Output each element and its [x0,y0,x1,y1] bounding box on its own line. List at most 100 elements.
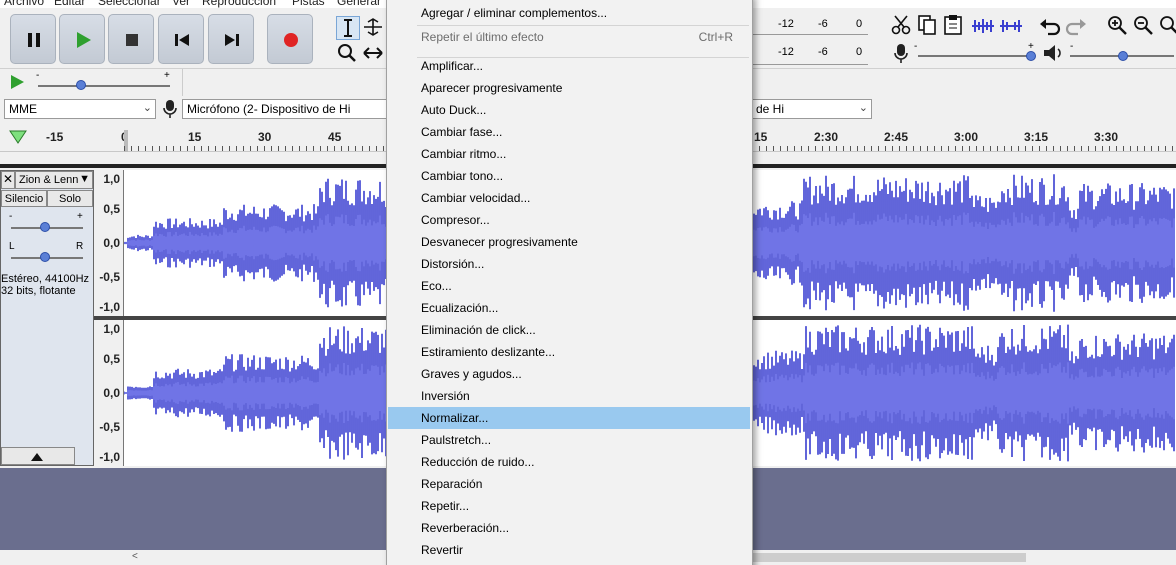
silence-audio-icon[interactable] [998,16,1024,36]
timeshift-tool-button[interactable] [362,42,386,66]
menu-item[interactable]: Auto Duck... [388,99,750,121]
gain-min-label: - [9,211,13,222]
menu-item[interactable]: Repetir... [388,495,750,517]
menu-item[interactable]: Reducción de ruido... [388,451,750,473]
skip-end-button[interactable] [208,14,254,64]
recording-device-select[interactable]: Micrófono (2- Dispositivo de Hi [182,99,388,119]
menu-item[interactable]: Compresor... [388,209,750,231]
zoom-in-icon[interactable] [1106,14,1128,36]
zoom-out-icon[interactable] [1132,14,1154,36]
menu-reproduccion[interactable]: Reproducción [202,0,276,8]
tools-toolbar [330,8,386,68]
record-icon [284,33,298,47]
menu-item-label: Aparecer progresivamente [421,81,563,95]
solo-button[interactable]: Solo [47,190,93,207]
chevron-down-icon: ⌄ [858,102,868,114]
paste-icon[interactable] [942,14,964,36]
microphone-icon [894,44,908,63]
playback-volume-thumb[interactable] [1118,51,1128,61]
menu-item[interactable]: Desvanecer progresivamente [388,231,750,253]
microphone-icon [163,100,177,118]
track-sample-format-info: 32 bits, flotante [1,285,76,297]
menu-item[interactable]: Eco... [388,275,750,297]
menu-item[interactable]: Eliminación de click... [388,319,750,341]
menu-item[interactable]: Distorsión... [388,253,750,275]
recording-volume-thumb[interactable] [1026,51,1036,61]
close-track-button[interactable]: ✕ [1,171,15,189]
timeline-ruler[interactable]: -15 0 15 30 45 [0,124,386,152]
fit-selection-icon[interactable] [1158,14,1176,36]
menu-item[interactable]: Cambiar velocidad... [388,187,750,209]
redo-icon[interactable] [1064,16,1088,36]
menu-ver[interactable]: Ver [172,0,190,8]
play-at-speed-toolbar: - + [0,68,386,97]
track-name-menu[interactable]: Zion & Lenn ▼ [15,171,93,189]
menu-item[interactable]: Reverberación... [388,517,750,539]
menu-item[interactable]: Agregar / eliminar complementos... [388,2,750,24]
recording-volume-slider[interactable] [918,55,1032,57]
scroll-left-icon[interactable]: < [132,551,138,562]
menu-item[interactable]: Cambiar ritmo... [388,143,750,165]
timeline-tick: 15 [754,130,768,144]
menu-item[interactable]: Paulstretch... [388,429,750,451]
menu-item-label: Compresor... [421,213,490,227]
cut-icon[interactable] [890,14,912,36]
skip-start-button[interactable] [158,14,204,64]
ruler-label: 1,0 [103,322,120,336]
mute-button[interactable]: Silencio [1,190,47,207]
menu-item[interactable]: Reparación [388,473,750,495]
gain-slider-thumb[interactable] [40,222,50,232]
menu-item[interactable]: Estiramiento deslizante... [388,341,750,363]
copy-icon[interactable] [916,14,938,36]
undo-icon[interactable] [1038,16,1062,36]
menu-item[interactable]: Aparecer progresivamente [388,77,750,99]
timeline-ruler-continued[interactable]: 15 2:30 2:45 3:00 3:15 3:30 [752,124,1176,152]
menu-generar[interactable]: Generar [337,0,381,8]
zoom-tool-button[interactable] [336,42,360,66]
menu-seleccionar[interactable]: Seleccionar [98,0,161,8]
pan-slider-thumb[interactable] [40,252,50,262]
i-beam-icon [344,19,352,37]
edit-toolbar: - + - [874,8,1176,68]
meter-scale-label: -6 [818,46,828,58]
speed-min-label: - [36,70,40,81]
menu-archivo[interactable]: Archivo [4,0,44,8]
play-at-speed-icon[interactable] [8,73,26,91]
timeline-tick: -15 [46,130,64,144]
play-button[interactable] [59,14,105,64]
ruler-label: -1,0 [99,300,120,314]
track-format-info: Estéreo, 44100Hz [1,273,90,285]
menu-item[interactable]: Cambiar tono... [388,165,750,187]
speed-slider-thumb[interactable] [76,80,86,90]
trim-audio-icon[interactable] [970,16,996,36]
collapse-track-button[interactable] [1,447,75,465]
timeline-menu-triangle-icon[interactable] [8,128,28,146]
menu-item-label: Desvanecer progresivamente [421,235,578,249]
menu-item[interactable]: Graves y agudos... [388,363,750,385]
audio-host-select[interactable]: MME ⌄ [4,99,156,119]
pause-button[interactable] [10,14,56,64]
menu-item[interactable]: Cambiar fase... [388,121,750,143]
slider-min-label: - [914,41,918,52]
menu-item[interactable]: Normalizar... [388,407,750,429]
selection-tool-button[interactable] [336,16,360,40]
stop-button[interactable] [108,14,154,64]
menu-pistas[interactable]: Pistas [292,0,325,8]
record-button[interactable] [267,14,313,64]
menu-item[interactable]: Ecualización... [388,297,750,319]
track-control-panel: ✕ Zion & Lenn ▼ Silencio Solo - + L R Es… [0,170,94,466]
scrollbar-thumb[interactable] [752,553,1026,562]
solo-label: Solo [58,193,82,205]
menu-item[interactable]: Revertir [388,539,750,561]
menu-editar[interactable]: Editar [54,0,85,8]
stop-icon [126,34,138,46]
recording-channels-select[interactable]: de Hi ⌄ [752,99,872,119]
menu-item[interactable]: Amplificar... [388,55,750,77]
menu-item-label: Ecualización... [421,301,499,315]
envelope-tool-button[interactable] [362,16,386,40]
menu-item[interactable]: Inversión [388,385,750,407]
recording-device-value: Micrófono (2- Dispositivo de Hi [187,102,351,116]
menu-item-label: Reverberación... [421,521,510,535]
speed-slider[interactable] [38,85,170,87]
menu-item-label: Agregar / eliminar complementos... [421,6,608,20]
